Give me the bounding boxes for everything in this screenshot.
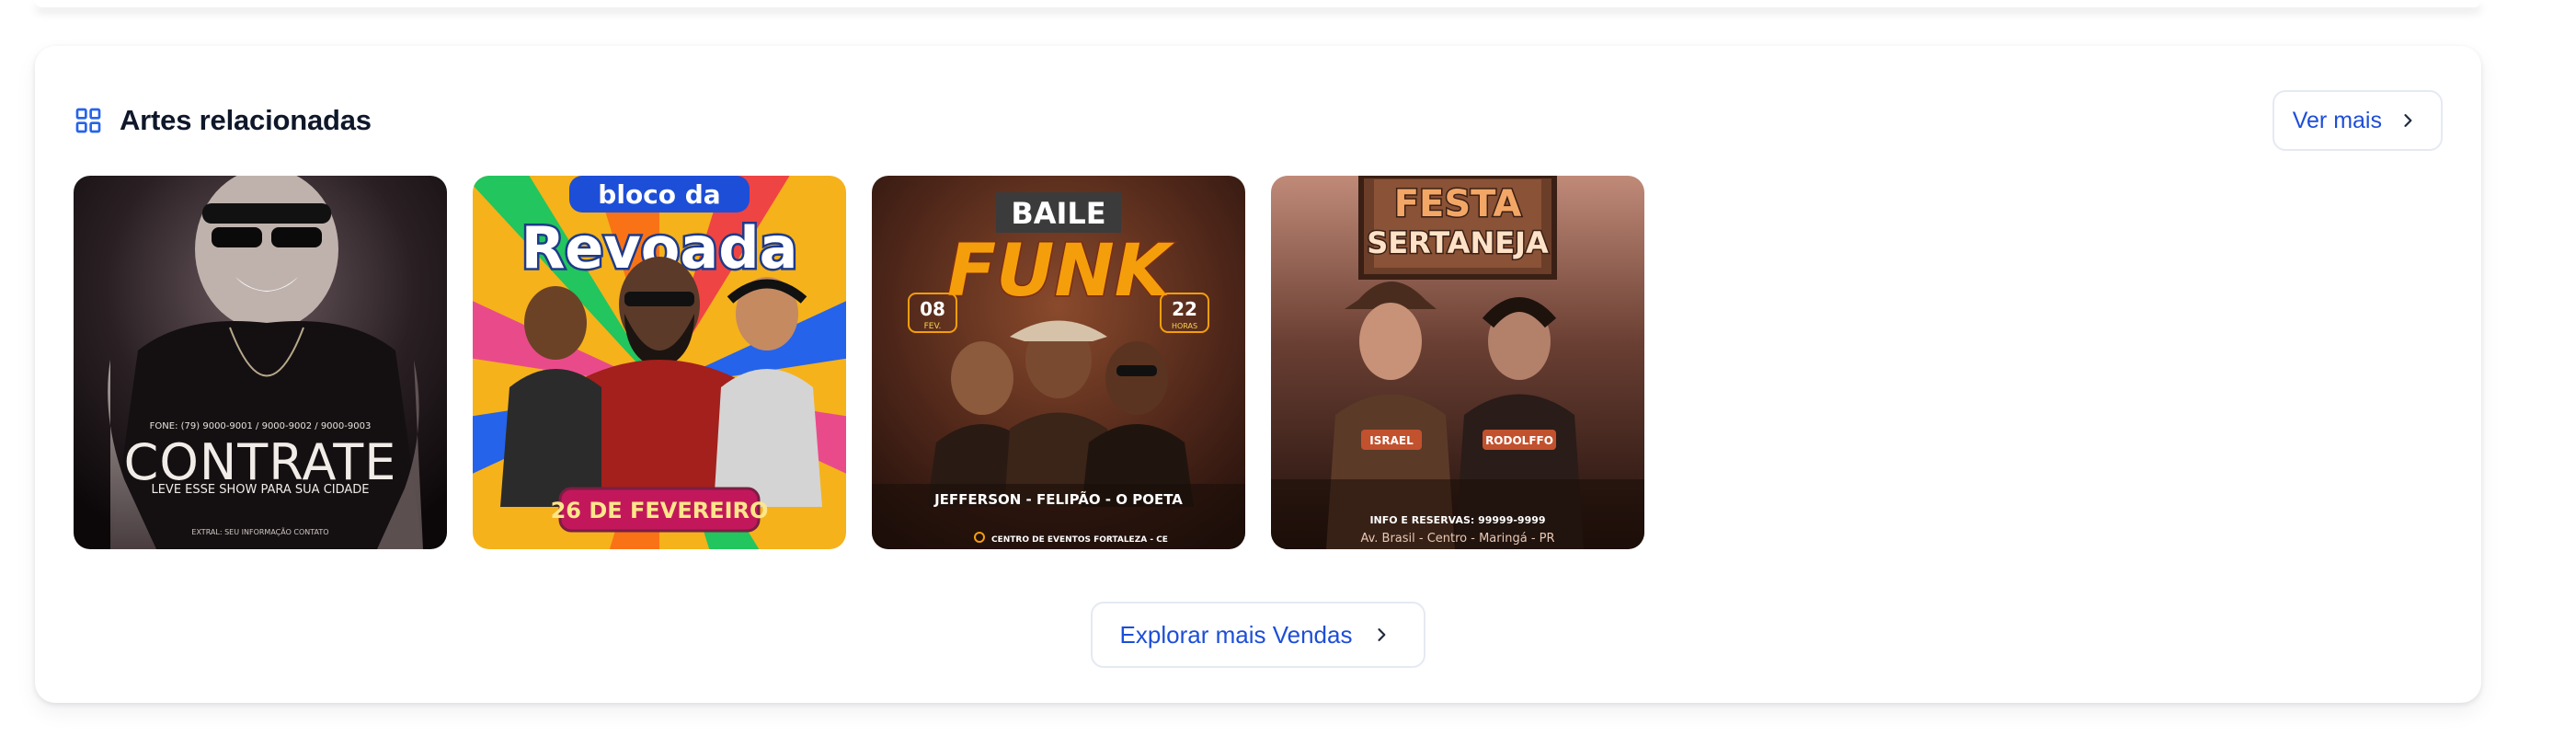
revoada-title-top: bloco da xyxy=(598,179,720,210)
explore-more-button[interactable]: Explorar mais Vendas xyxy=(1090,602,1426,668)
funk-hour-label: HORAS xyxy=(1172,322,1197,330)
section-title: Artes relacionadas xyxy=(120,104,372,136)
previous-section-edge xyxy=(35,0,2481,7)
contrate-tagline: LEVE ESSE SHOW PARA SUA CIDADE xyxy=(151,483,369,497)
art-card-bloco-da-revoada[interactable]: bloco da Revoada 26 DE FEVEREIRO xyxy=(473,176,846,549)
funk-artists: JEFFERSON - FELIPÃO - O POETA xyxy=(933,490,1183,508)
grid-icon xyxy=(75,108,101,133)
sertaneja-address: Av. Brasil - Centro - Maringá - PR xyxy=(1360,532,1554,546)
sertaneja-title-main: SERTANEJA xyxy=(1367,225,1549,260)
related-arts-gallery: FONE: (79) 9000-9001 / 9000-9002 / 9000-… xyxy=(74,176,1644,549)
ver-mais-label: Ver mais xyxy=(2292,107,2382,133)
related-arts-card: Artes relacionadas Ver mais FONE: (79) 9… xyxy=(35,46,2481,703)
art-image-contrate: FONE: (79) 9000-9001 / 9000-9002 / 9000-… xyxy=(74,176,447,549)
ver-mais-button[interactable]: Ver mais xyxy=(2272,90,2443,151)
sertaneja-artist-1: ISRAEL xyxy=(1369,434,1414,447)
funk-day: 08 xyxy=(920,298,945,320)
art-image-festa-sertaneja: FESTA SERTANEJA ISRAEL RODOLFFO INFO E R… xyxy=(1271,176,1644,549)
art-card-contrate[interactable]: FONE: (79) 9000-9001 / 9000-9002 / 9000-… xyxy=(74,176,447,549)
revoada-date: 26 DE FEVEREIRO xyxy=(551,498,769,523)
funk-title-main: FUNK xyxy=(947,230,1175,313)
funk-month: FEV. xyxy=(924,322,942,331)
sertaneja-artist-2: RODOLFFO xyxy=(1485,434,1553,447)
sertaneja-title-top: FESTA xyxy=(1394,183,1522,225)
contrate-footer: EXTRAL: SEU INFORMAÇÃO CONTATO xyxy=(191,527,328,536)
section-title-group: Artes relacionadas xyxy=(74,104,372,137)
contrate-phones: FONE: (79) 9000-9001 / 9000-9002 / 9000-… xyxy=(150,421,372,431)
funk-hour: 22 xyxy=(1172,298,1197,320)
explore-wrap: Explorar mais Vendas xyxy=(35,602,2481,668)
art-image-baile-funk: BAILE FUNK 08 FEV. 22 HORAS JEFFERSON - … xyxy=(872,176,1245,549)
chevron-right-icon xyxy=(2404,114,2412,127)
funk-venue: CENTRO DE EVENTOS FORTALEZA - CE xyxy=(991,535,1168,545)
art-card-baile-funk[interactable]: BAILE FUNK 08 FEV. 22 HORAS JEFFERSON - … xyxy=(872,176,1245,549)
explore-more-label: Explorar mais Vendas xyxy=(1119,620,1353,649)
funk-title-top: BAILE xyxy=(1011,196,1105,231)
art-card-festa-sertaneja[interactable]: FESTA SERTANEJA ISRAEL RODOLFFO INFO E R… xyxy=(1271,176,1644,549)
chevron-right-icon xyxy=(1378,628,1386,641)
section-header: Artes relacionadas Ver mais xyxy=(74,88,2443,153)
sertaneja-info: INFO E RESERVAS: 99999-9999 xyxy=(1369,514,1545,526)
art-image-bloco-da-revoada: bloco da Revoada 26 DE FEVEREIRO xyxy=(473,176,846,549)
